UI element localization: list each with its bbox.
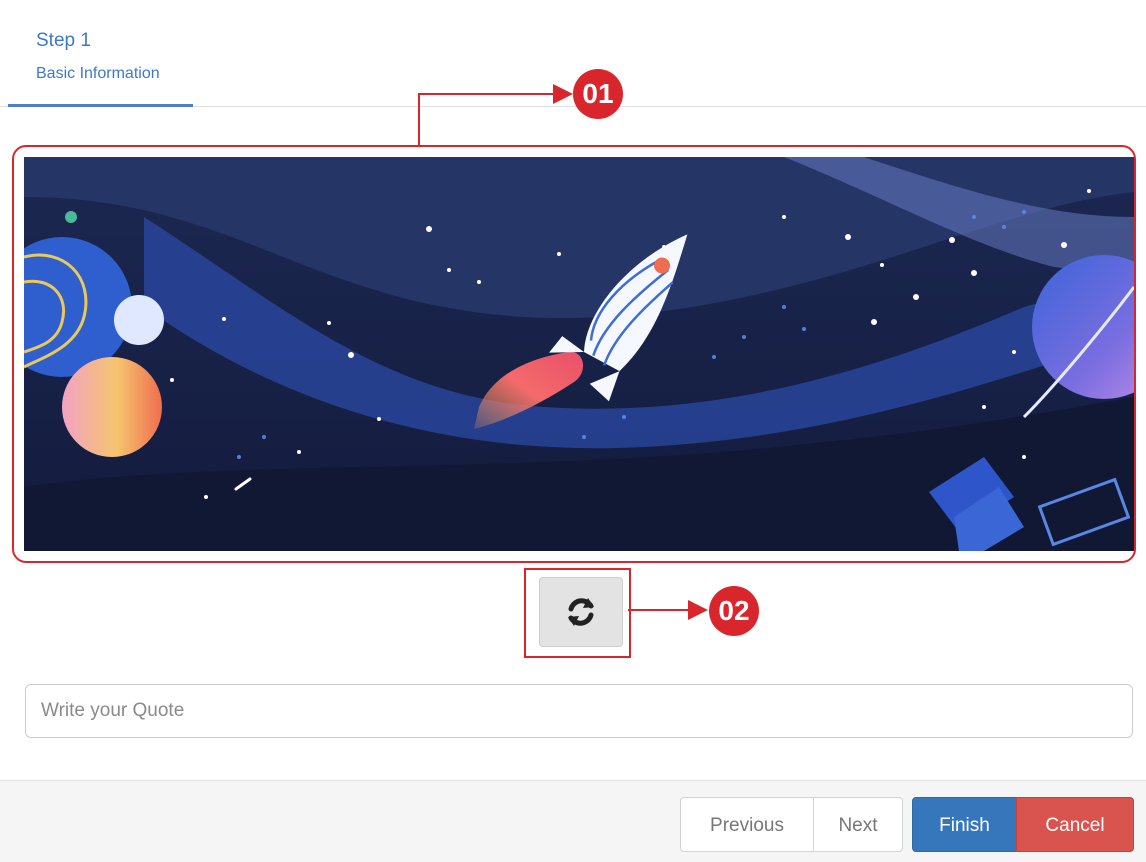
step-subtitle: Basic Information [36,65,160,82]
quote-input[interactable] [25,684,1133,738]
previous-button[interactable]: Previous [680,797,814,852]
refresh-button[interactable] [539,577,623,647]
callout-arrow-icon [553,84,573,104]
callout-connector [418,93,555,95]
step-title: Step 1 [36,30,91,51]
callout-badge-02: 02 [709,586,759,636]
refresh-icon [568,598,594,626]
finish-button[interactable]: Finish [912,797,1017,852]
callout-connector [628,609,690,611]
cancel-button[interactable]: Cancel [1016,797,1134,852]
callout-connector [418,95,420,145]
callout-badge-01: 01 [573,69,623,119]
tab-step-1[interactable]: Step 1 Basic Information [8,0,193,107]
callout-arrow-icon [688,600,708,620]
image-highlight-frame [12,145,1136,563]
next-button[interactable]: Next [813,797,903,852]
